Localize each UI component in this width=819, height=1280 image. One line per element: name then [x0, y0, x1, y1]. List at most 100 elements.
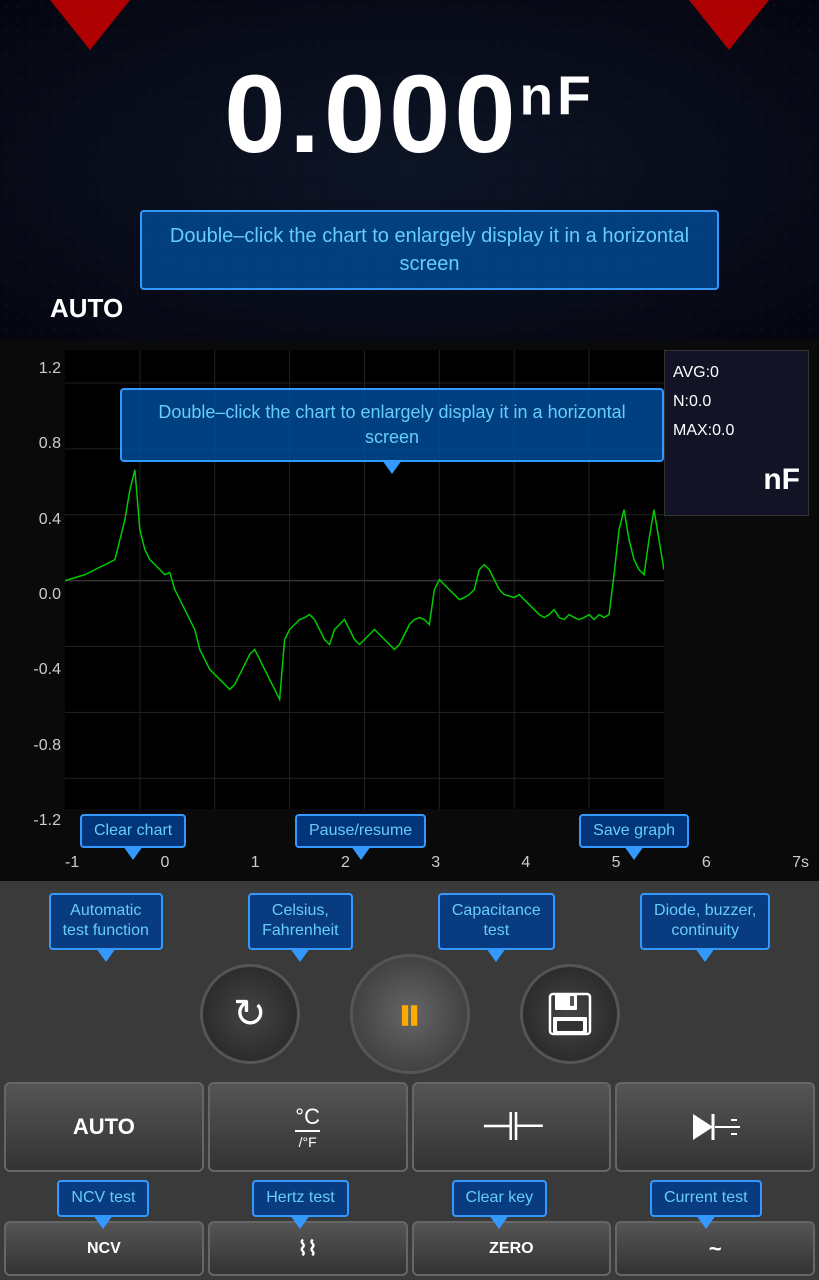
- display-tooltip[interactable]: Double–click the chart to enlargely disp…: [140, 210, 719, 290]
- display-tooltip-text: Double–click the chart to enlargely disp…: [170, 225, 689, 275]
- cap-key-icon: ⊣⊢: [481, 1104, 543, 1150]
- x-label-8: 6: [702, 854, 711, 872]
- chart-section[interactable]: 1.2 0.8 0.4 0.0 -0.4 -0.8 -1.2 Double–cl…: [0, 340, 819, 900]
- y-label-6: -0.8: [33, 737, 61, 755]
- save-button[interactable]: [520, 964, 620, 1064]
- zero-mini-label: ZERO: [489, 1240, 533, 1258]
- clear-chart-arrow: [123, 846, 143, 860]
- auto-tooltip-arrow: [96, 948, 116, 962]
- x-label-1: -1: [65, 854, 79, 872]
- auto-key-label: AUTO: [73, 1114, 135, 1140]
- avg-stat: AVG:0: [673, 359, 800, 388]
- y-label-5: -0.4: [33, 661, 61, 679]
- top-display: 0.000nF Double–click the chart to enlarg…: [0, 0, 819, 340]
- func-tooltip-row: Automatictest function Celsius,Fahrenhei…: [0, 881, 819, 955]
- min-stat: N:0.0: [673, 388, 800, 417]
- celsius-tooltip-arrow: [290, 948, 310, 962]
- cf-func-key[interactable]: °C /°F: [208, 1082, 408, 1172]
- x-label-3: 1: [251, 854, 260, 872]
- ac-mini-icon: ~: [709, 1236, 722, 1262]
- cap-tooltip-arrow: [486, 948, 506, 962]
- hz-mini-icon: ⌇⌇: [298, 1236, 318, 1261]
- func-keys-row: AUTO °C /°F ⊣⊢: [0, 1078, 819, 1176]
- bottom-mini-row: NCV ⌇⌇ ZERO ~: [0, 1221, 819, 1280]
- auto-tooltip: Automatictest function: [49, 893, 163, 951]
- current-tooltip-arrow: [696, 1215, 716, 1229]
- main-buttons-row: ↺ ⏸: [0, 954, 819, 1074]
- celsius-tooltip: Celsius,Fahrenheit: [248, 893, 353, 951]
- x-label-5: 3: [431, 854, 440, 872]
- max-stat: MAX:0.0: [673, 417, 800, 446]
- refresh-icon: ↺: [233, 991, 267, 1037]
- diode-tooltip: Diode, buzzer,continuity: [640, 893, 770, 951]
- chart-tooltip-text: Double–click the chart to enlargely disp…: [158, 402, 625, 447]
- main-reading: 0.000nF: [0, 60, 819, 170]
- y-label-4: 0.0: [39, 586, 61, 604]
- x-label-7: 5: [612, 854, 621, 872]
- pause-resume-label: Pause/resume: [309, 822, 412, 839]
- hz-tooltip-text: Hertz test: [266, 1189, 334, 1206]
- clear-key-tooltip: Clear key: [452, 1180, 548, 1217]
- pause-icon: ⏸: [397, 985, 422, 1044]
- chart-tooltip[interactable]: Double–click the chart to enlargely disp…: [120, 388, 664, 462]
- x-label-9: 7s: [792, 854, 809, 872]
- pause-resume-tooltip: Pause/resume: [295, 814, 426, 848]
- x-label-6: 4: [521, 854, 530, 872]
- y-label-1: 1.2: [39, 360, 61, 378]
- diode-key-icon: [685, 1102, 745, 1152]
- clear-key-arrow: [489, 1215, 509, 1229]
- pause-tooltip-container: Pause/resume: [295, 814, 426, 848]
- y-label-7: -1.2: [33, 812, 61, 830]
- ncv-mini-label: NCV: [87, 1240, 121, 1258]
- pause-button[interactable]: ⏸: [350, 954, 470, 1074]
- diode-tooltip-text: Diode, buzzer,continuity: [654, 902, 756, 940]
- ac-mini-key[interactable]: ~: [615, 1221, 815, 1276]
- red-arrows: [0, 0, 819, 50]
- auto-tooltip-text: Automatictest function: [63, 902, 149, 940]
- auto-label: AUTO: [50, 293, 123, 324]
- clear-chart-label: Clear chart: [94, 822, 172, 839]
- clear-chart-tooltip-container: Clear chart: [80, 814, 186, 848]
- ncv-tooltip-text: NCV test: [71, 1189, 135, 1206]
- pause-arrow: [351, 846, 371, 860]
- zero-mini-key[interactable]: ZERO: [412, 1221, 612, 1276]
- y-label-3: 0.4: [39, 511, 61, 529]
- hz-tooltip: Hertz test: [252, 1180, 348, 1217]
- mini-tooltip-row: NCV test Hertz test Clear key Current te…: [0, 1176, 819, 1221]
- x-label-2: 0: [161, 854, 170, 872]
- reading-unit: nF: [520, 64, 595, 126]
- x-label-4: 2: [341, 854, 350, 872]
- y-label-2: 0.8: [39, 435, 61, 453]
- red-arrow-left: [50, 0, 130, 50]
- clear-chart-tooltip: Clear chart: [80, 814, 186, 848]
- chart-unit: nF: [673, 453, 800, 507]
- clear-key-tooltip-text: Clear key: [466, 1189, 534, 1206]
- ncv-mini-key[interactable]: NCV: [4, 1221, 204, 1276]
- x-axis-labels: -1 0 1 2 3 4 5 6 7s: [65, 854, 809, 872]
- save-graph-label: Save graph: [593, 822, 675, 839]
- chart-stats: AVG:0 N:0.0 MAX:0.0 nF: [664, 350, 809, 516]
- save-icon: [545, 989, 595, 1039]
- cap-func-key[interactable]: ⊣⊢: [412, 1082, 612, 1172]
- red-arrow-right: [689, 0, 769, 50]
- auto-func-key[interactable]: AUTO: [4, 1082, 204, 1172]
- y-axis-labels: 1.2 0.8 0.4 0.0 -0.4 -0.8 -1.2: [10, 350, 65, 840]
- save-graph-tooltip-container: Save graph: [579, 814, 689, 848]
- save-graph-arrow: [624, 846, 644, 860]
- hz-tooltip-arrow: [290, 1215, 310, 1229]
- current-tooltip-text: Current test: [664, 1189, 748, 1206]
- tooltip-arrow: [382, 460, 402, 474]
- refresh-button[interactable]: ↺: [200, 964, 300, 1064]
- diode-func-key[interactable]: [615, 1082, 815, 1172]
- diode-tooltip-arrow: [695, 948, 715, 962]
- cap-tooltip: Capacitancetest: [438, 893, 555, 951]
- current-tooltip: Current test: [650, 1180, 762, 1217]
- hz-mini-key[interactable]: ⌇⌇: [208, 1221, 408, 1276]
- cf-key-label: °C /°F: [295, 1104, 320, 1150]
- reading-value: 0.000: [224, 53, 519, 176]
- celsius-tooltip-text: Celsius,Fahrenheit: [262, 902, 339, 940]
- cap-tooltip-text: Capacitancetest: [452, 902, 541, 940]
- ncv-tooltip: NCV test: [57, 1180, 149, 1217]
- ncv-tooltip-arrow: [93, 1215, 113, 1229]
- save-graph-tooltip: Save graph: [579, 814, 689, 848]
